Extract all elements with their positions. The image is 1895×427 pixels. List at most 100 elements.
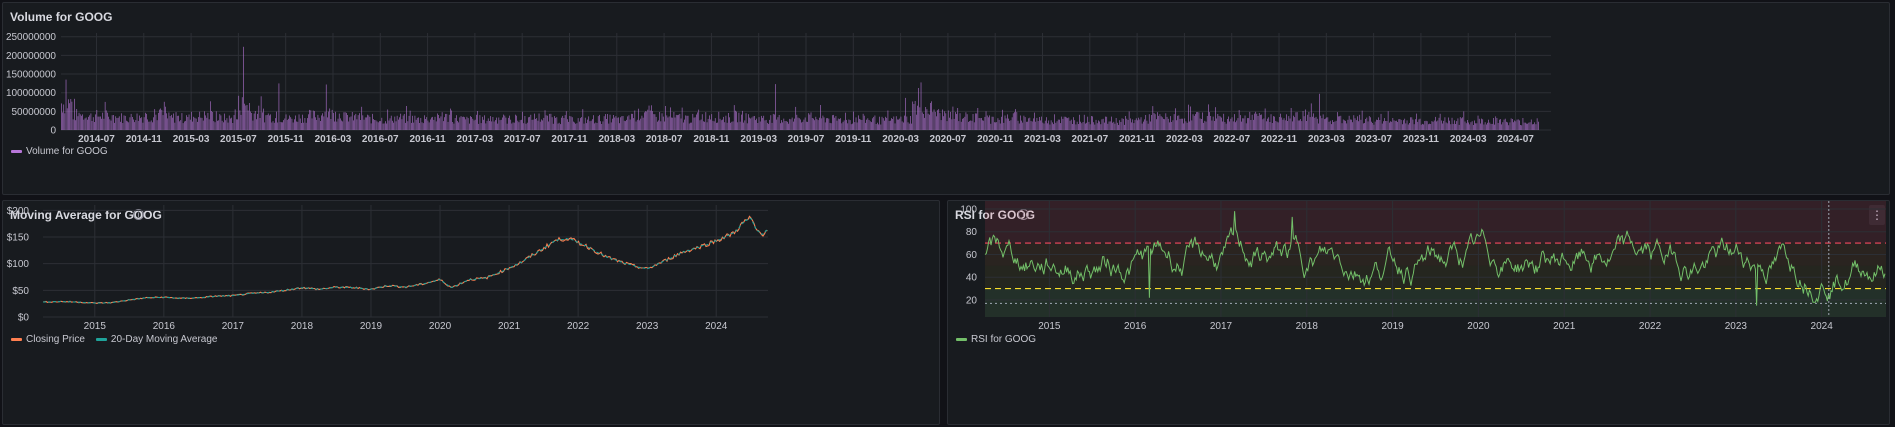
volume-bar [772,113,774,130]
volume-bar [1201,119,1202,130]
volume-bar [809,114,811,130]
volume-bar [296,121,297,130]
volume-bar [499,120,501,130]
volume-bar [433,119,435,130]
rsi-legend[interactable]: RSI for GOOG [956,334,1042,345]
volume-bar [821,118,823,130]
volume-bar [962,118,963,130]
volume-bar [383,123,385,130]
volume-chart[interactable]: 0 50000000 100000000 150000000 200000000 2500… [3,3,1891,196]
volume-bar [573,121,574,130]
volume-bar [717,122,718,130]
volume-bar [911,123,912,130]
volume-bar [1175,108,1176,130]
volume-bar [1305,109,1306,130]
volume-bar [1133,123,1135,130]
legend-item-closing-price[interactable]: Closing Price [11,334,85,345]
volume-bar [1426,121,1428,130]
volume-bar [230,118,231,130]
volume-bar [1339,116,1340,130]
volume-bar [188,114,190,130]
volume-bar [601,124,603,130]
volume-bar [168,112,170,130]
volume-bar [77,116,79,130]
volume-bar [393,122,394,130]
rsi-swatch [956,338,967,341]
volume-bar [587,119,588,130]
volume-bar [362,115,364,130]
volume-bar [413,122,415,130]
volume-bar [403,114,405,130]
volume-bar [942,109,943,130]
volume-bar [646,111,648,130]
volume-bar [1429,123,1430,130]
volume-bar [310,110,312,130]
volume-bar [409,110,411,130]
volume-bar [1078,124,1079,130]
volume-bar [1185,121,1187,130]
volume-bar [205,115,206,130]
volume-bar [1378,117,1379,130]
volume-bar [1348,115,1350,130]
volume-bar [101,118,102,130]
volume-bar [696,114,697,130]
volume-bar [95,114,96,130]
volume-bar [278,83,280,130]
volume-bar [644,112,645,130]
legend-item-rsi[interactable]: RSI for GOOG [956,334,1036,345]
legend-label-rsi: RSI for GOOG [971,334,1037,345]
volume-bar [279,121,281,130]
volume-bar [1003,122,1005,130]
volume-bar [171,114,172,130]
volume-bar [370,123,372,130]
volume-bar [917,105,918,130]
volume-bar [901,121,903,130]
volume-bar [1383,121,1384,130]
volume-bar [712,120,714,130]
volume-bar [1325,118,1326,130]
volume-bar [1081,123,1083,130]
volume-bar [937,110,938,130]
volume-bar [878,124,879,130]
legend-item-moving-average[interactable]: 20-Day Moving Average [95,334,217,345]
volume-bar [1154,114,1156,130]
volume-bar [1326,117,1327,130]
volume-bar [654,114,656,130]
volume-legend[interactable]: Volume for GOOG [11,146,114,157]
volume-bar [608,123,610,130]
volume-bar [623,120,625,130]
volume-bar [1059,119,1060,130]
volume-bar [1381,123,1383,130]
volume-bar [771,122,773,130]
volume-bar [275,118,276,130]
moving-average-chart[interactable]: $0 $50 $100 $150 $200 2015 2016 2017 2018 2019 202… [3,201,941,426]
legend-item-volume[interactable]: Volume for GOOG [11,146,108,157]
volume-bar [1212,116,1214,130]
volume-bar [952,106,954,130]
volume-bar [1228,116,1229,130]
volume-bar [923,114,924,130]
rsi-chart[interactable]: 20 40 60 80 100 2015 2016 2017 2018 2019 2020 2021 2… [948,201,1891,426]
volume-bar [414,115,416,130]
volume-x-tick-label: 2023-11 [1403,134,1440,145]
volume-bar [118,116,120,130]
volume-bar [454,118,456,130]
volume-bar [558,122,560,130]
volume-bar [1454,120,1455,130]
volume-bar [195,118,197,130]
volume-bar [408,115,410,130]
volume-bar [91,121,93,130]
volume-bar [379,121,380,130]
volume-bar [489,121,490,130]
volume-bar [1387,111,1389,130]
volume-bar [1152,106,1154,130]
volume-bar [1405,123,1407,130]
volume-bar [1166,116,1168,130]
volume-bar [764,120,766,130]
volume-bar [871,122,872,130]
volume-bar [1268,117,1270,130]
volume-bar [320,121,321,130]
volume-bar [1437,120,1439,130]
volume-bar [966,114,968,130]
moving-average-legend[interactable]: Closing Price 20-Day Moving Average [11,334,223,345]
